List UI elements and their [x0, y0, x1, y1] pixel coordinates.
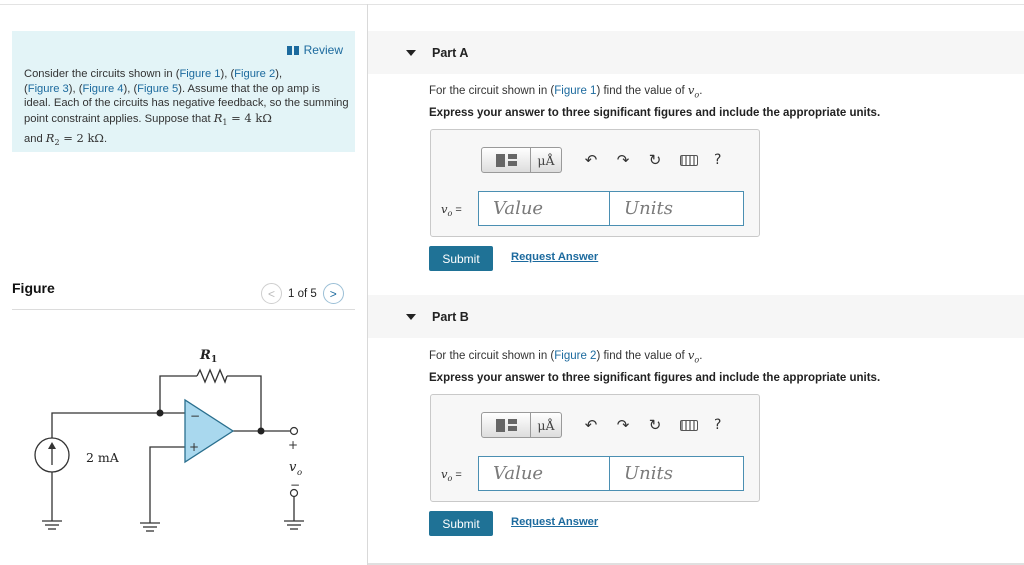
figure-3-link[interactable]: Figure 3 — [28, 83, 69, 95]
redo-icon[interactable]: ↷ — [614, 151, 632, 169]
top-border — [0, 4, 1024, 5]
junction-node — [257, 427, 265, 435]
template-icon — [495, 153, 505, 167]
part-b-value-input[interactable] — [478, 456, 610, 491]
question-text: ) find the value of — [596, 350, 688, 362]
intro-text: . — [103, 133, 108, 146]
prev-figure-button[interactable]: < — [261, 283, 282, 304]
circuit-diagram: − + R 1 2 mA + v o − — [34, 348, 304, 532]
question-text: . — [699, 85, 703, 97]
figure-1-link[interactable]: Figure 1 — [179, 68, 220, 80]
math-toolbar: μÅ ↶ ↷ ↻ ? — [481, 147, 721, 173]
part-a-variable-label: vo = — [441, 202, 462, 218]
part-b-submit-button[interactable]: Submit — [429, 511, 493, 536]
source-label: 2 mA — [86, 450, 120, 465]
reset-icon[interactable]: ↻ — [646, 416, 664, 434]
part-a-header[interactable]: Part A — [368, 31, 1024, 74]
undo-icon[interactable]: ↶ — [582, 151, 600, 169]
figure-page-indicator: 1 of 5 — [288, 287, 317, 300]
question-text: ) find the value of — [596, 85, 688, 97]
r2-value: = 2 kΩ — [59, 131, 104, 146]
reset-icon[interactable]: ↻ — [646, 151, 664, 169]
question-text: . — [699, 350, 703, 362]
templates-button[interactable] — [481, 412, 531, 438]
output-plus-sign: + — [288, 438, 298, 452]
template-icon — [507, 154, 517, 166]
intro-text: and — [24, 133, 46, 146]
intro-text: ), ( — [68, 82, 83, 95]
intro-text: ), ( — [220, 68, 235, 80]
r1-label: R — [199, 348, 211, 363]
junction-node — [156, 409, 164, 417]
circuit-wires — [51, 368, 295, 523]
template-icon — [495, 418, 505, 432]
part-a-answer-box: μÅ ↶ ↷ ↻ ? vo = — [430, 129, 760, 237]
part-b-title: Part B — [432, 309, 469, 324]
undo-icon[interactable]: ↶ — [582, 416, 600, 434]
part-a-units-input[interactable] — [610, 191, 744, 226]
ground-symbol — [42, 520, 62, 530]
units-button[interactable]: μÅ — [531, 147, 562, 173]
figure-pager: < 1 of 5 > — [261, 283, 344, 304]
figure-2-link[interactable]: Figure 2 — [234, 68, 275, 80]
panel-divider — [367, 4, 368, 565]
opamp-minus: − — [190, 409, 200, 423]
redo-icon[interactable]: ↷ — [614, 416, 632, 434]
part-b-question: For the circuit shown in (Figure 2) find… — [429, 348, 702, 364]
resistor-r1 — [196, 368, 228, 384]
output-terminal — [289, 426, 299, 436]
vo-label-sub: o — [297, 468, 302, 478]
part-a-submit-button[interactable]: Submit — [429, 246, 493, 271]
part-a-question: For the circuit shown in (Figure 1) find… — [429, 83, 702, 99]
part-b-instruction: Express your answer to three significant… — [429, 372, 881, 384]
problem-intro: Review Consider the circuits shown in (F… — [12, 31, 355, 152]
part-a-instruction: Express your answer to three significant… — [429, 107, 881, 119]
question-text: For the circuit shown in ( — [429, 350, 555, 362]
review-link[interactable]: Review — [286, 43, 343, 57]
math-toolbar: μÅ ↶ ↷ ↻ ? — [481, 412, 721, 438]
figure-rule — [12, 309, 355, 310]
r1-value: = 4 kΩ — [227, 111, 272, 126]
ground-symbol — [284, 520, 304, 530]
question-text: For the circuit shown in ( — [429, 85, 555, 97]
equals-sign: = — [452, 204, 462, 216]
keyboard-icon[interactable] — [680, 419, 698, 431]
ground-symbol — [140, 522, 160, 532]
help-button[interactable]: ? — [714, 417, 721, 433]
vo-label: v — [289, 460, 297, 475]
intro-text: ), — [275, 68, 283, 80]
part-b-header[interactable]: Part B — [368, 295, 1024, 338]
review-label: Review — [303, 43, 343, 57]
part-a-request-answer-link[interactable]: Request Answer — [511, 251, 598, 263]
part-b-variable-label: vo = — [441, 467, 462, 483]
intro-text: Consider the circuits shown in ( — [24, 68, 180, 80]
next-figure-button[interactable]: > — [322, 283, 344, 304]
output-minus-sign: − — [290, 478, 300, 492]
part-a-figure-link[interactable]: Figure 1 — [554, 85, 596, 97]
templates-button[interactable] — [481, 147, 531, 173]
r1-label-sub: 1 — [211, 355, 217, 365]
part-a-value-input[interactable] — [478, 191, 610, 226]
equals-sign: = — [452, 469, 462, 481]
caret-down-icon — [406, 313, 416, 320]
part-a-title: Part A — [432, 45, 469, 60]
opamp-plus: + — [189, 440, 199, 454]
part-b-request-answer-link[interactable]: Request Answer — [511, 516, 598, 528]
help-button[interactable]: ? — [714, 152, 721, 168]
caret-down-icon — [406, 49, 416, 56]
figure-5-link[interactable]: Figure 5 — [137, 83, 178, 95]
figure-heading: Figure — [12, 280, 55, 296]
units-button[interactable]: μÅ — [531, 412, 562, 438]
part-b-figure-link[interactable]: Figure 2 — [554, 350, 596, 362]
book-icon — [286, 45, 299, 55]
template-icon — [507, 419, 517, 431]
part-b-answer-box: μÅ ↶ ↷ ↻ ? vo = — [430, 394, 760, 502]
intro-text: ), ( — [123, 82, 138, 95]
keyboard-icon[interactable] — [680, 154, 698, 166]
part-b-units-input[interactable] — [610, 456, 744, 491]
problem-statement: Consider the circuits shown in (Figure 1… — [24, 67, 349, 151]
figure-4-link[interactable]: Figure 4 — [82, 83, 123, 95]
